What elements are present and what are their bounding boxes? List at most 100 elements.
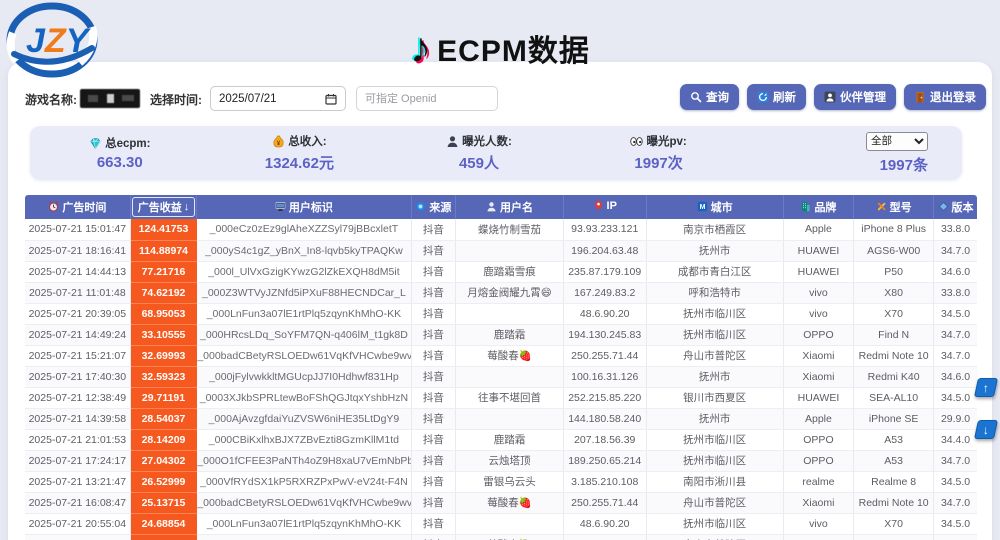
cell-version: 34.7.0 — [934, 240, 977, 261]
cell-version: 33.8.0 — [934, 219, 977, 240]
table-row: 2025-07-21 18:16:41114.88974_000yS4c1gZ_… — [25, 240, 977, 261]
stat-total-income: ¥ 总收入: 1324.62元 — [210, 126, 390, 180]
money-bag-icon: ¥ — [272, 135, 285, 148]
cell-version: 29.9.0 — [934, 408, 977, 429]
cell-ip: 250.255.71.44 — [563, 492, 646, 513]
cell-brand: Apple — [783, 219, 853, 240]
cell-brand: HUAWEI — [783, 387, 853, 408]
partner-icon — [824, 91, 836, 103]
table-row: 2025-07-21 15:21:0732.69993_000badCBetyR… — [25, 345, 977, 366]
cell-source: 抖音 — [411, 429, 456, 450]
main-card: 游戏名称: 选择时间: 2025/07/21 查询 — [8, 62, 992, 540]
cell-brand: OPPO — [783, 429, 853, 450]
cell-time: 2025-07-21 17:24:17 — [25, 450, 130, 471]
refresh-button[interactable]: 刷新 — [747, 84, 806, 110]
cell-ip: 252.215.85.220 — [563, 387, 646, 408]
cell-city: 呼和浩特市 — [646, 282, 783, 303]
cell-source: 抖音 — [411, 492, 456, 513]
col-header-ad-revenue[interactable]: 广告收益 ↓ — [130, 195, 197, 219]
monitor-icon — [275, 201, 286, 212]
col-header-city[interactable]: M 城市 — [646, 195, 783, 219]
table-row: 2025-07-21 14:44:1377.21716_000l_UlVxGzi… — [25, 261, 977, 282]
col-header-ip[interactable]: IP — [563, 195, 646, 219]
cell-city: 南京市栖霞区 — [646, 219, 783, 240]
total-ecpm-value: 663.30 — [97, 154, 143, 171]
query-button[interactable]: 查询 — [680, 84, 739, 110]
cell-version: 34.5.0 — [934, 513, 977, 534]
scroll-top-button[interactable]: ↑ — [974, 378, 998, 397]
toolbar-buttons: 查询 刷新 伙伴管理 — [680, 84, 986, 110]
data-table: 广告时间 广告收益 ↓ — [25, 195, 977, 540]
cell-model: P50 — [854, 261, 934, 282]
exposure-pv-value: 1997次 — [634, 152, 682, 173]
cell-user: 鹿踏霜雪痕 — [456, 261, 564, 282]
cell-user: 雷银乌云头 — [456, 471, 564, 492]
table-row: 2025-07-21 21:01:5328.14209_000CBiKxlhxB… — [25, 429, 977, 450]
col-header-source[interactable]: 来源 — [411, 195, 456, 219]
cell-version: 33.8.0 — [934, 282, 977, 303]
cell-time: 2025-07-21 11:01:48 — [25, 282, 130, 303]
col-header-version[interactable]: 版本 — [934, 195, 977, 219]
eyes-icon — [630, 135, 643, 148]
cell-model: Redmi Note 10 — [854, 345, 934, 366]
cell-revenue: 28.54037 — [130, 408, 197, 429]
table-header-row: 广告时间 广告收益 ↓ — [25, 195, 977, 219]
openid-input[interactable] — [356, 86, 498, 111]
cell-user: 莓酸春🍓 — [456, 492, 564, 513]
logout-button[interactable]: 退出登录 — [904, 84, 986, 110]
col-header-ad-time[interactable]: 广告时间 — [25, 195, 130, 219]
cell-revenue: 77.21716 — [130, 261, 197, 282]
cell-time: 2025-07-21 17:40:30 — [25, 366, 130, 387]
col-header-username[interactable]: 用户名 — [456, 195, 564, 219]
jzy-logo: JZY — [6, 2, 102, 78]
cell-ip: 207.18.56.39 — [563, 429, 646, 450]
cell-brand: Xiaomi — [783, 492, 853, 513]
cell-version: 34.7.0 — [934, 492, 977, 513]
time-label: 选择时间: — [150, 91, 202, 108]
cell-openid: _000eCz0zEz9glAheXZZSyl79jBBcxletT — [197, 219, 411, 240]
col-header-user-openid[interactable]: 用户标识 — [197, 195, 411, 219]
cell-revenue: 32.69993 — [130, 345, 197, 366]
cell-ip: 144.180.58.240 — [563, 408, 646, 429]
cell-revenue: 74.62192 — [130, 282, 197, 303]
table-body: 2025-07-21 15:01:47124.41753_000eCz0zEz9… — [25, 219, 977, 540]
cell-city: 舟山市普陀区 — [646, 492, 783, 513]
cell-time: 2025-07-21 18:16:41 — [25, 240, 130, 261]
stat-exposure-users: 曝光人数: 459人 — [389, 126, 569, 180]
cell-version: 34.5.0 — [934, 471, 977, 492]
partner-manage-button[interactable]: 伙伴管理 — [814, 84, 896, 110]
cell-openid: _000VfRYdSX1kP5RXRZPxPwV-eV24t-F4N — [197, 471, 411, 492]
cell-brand: OPPO — [783, 450, 853, 471]
cell-version: 34.7.0 — [934, 345, 977, 366]
cell-openid: _000AjAvzgfdaiYuZVSW6niHE35LtDgY9 — [197, 408, 411, 429]
date-input[interactable]: 2025/07/21 — [210, 86, 346, 111]
cell-time: 2025-07-21 20:55:04 — [25, 513, 130, 534]
cell-brand: Xiaomi — [783, 534, 853, 540]
city-m-badge-icon: M — [697, 201, 708, 212]
cell-user — [456, 303, 564, 324]
scroll-bottom-button[interactable]: ↓ — [974, 420, 998, 439]
table-row: 2025-07-21 17:24:1727.04302_000O1fCFEE3P… — [25, 450, 977, 471]
col-header-brand[interactable]: 品牌 — [783, 195, 853, 219]
cell-brand: Xiaomi — [783, 366, 853, 387]
game-name-label: 游戏名称: — [25, 91, 77, 108]
cell-city: 抚州市 — [646, 240, 783, 261]
cell-model: A53 — [854, 450, 934, 471]
cell-source: 抖音 — [411, 387, 456, 408]
cell-openid: _000O1fCFEE3PaNTh4oZ9H8xaU7vEmNbPb — [197, 450, 411, 471]
stats-bar: 总ecpm: 663.30 ¥ 总收入: 1324.62元 曝光人数: — [30, 126, 962, 180]
cell-time: 2025-07-21 21:01:53 — [25, 429, 130, 450]
cell-openid: _000badCBetyRSLOEDw61VqKfVHCwbe9wv — [197, 534, 411, 540]
stat-exposure-pv: 曝光pv: 1997次 — [569, 126, 749, 180]
filter-select[interactable]: 全部 — [866, 132, 928, 151]
cell-openid: _000HRcsLDq_SoYFM7QN-q406lM_t1gk8D — [197, 324, 411, 345]
cell-ip: 250.255.71.44 — [563, 534, 646, 540]
cell-source: 抖音 — [411, 345, 456, 366]
cell-time: 2025-07-21 14:39:58 — [25, 408, 130, 429]
date-value: 2025/07/21 — [219, 93, 277, 105]
revenue-sort-box: 广告收益 ↓ — [132, 197, 196, 217]
col-header-model[interactable]: 型号 — [854, 195, 934, 219]
cell-ip: 196.204.63.48 — [563, 240, 646, 261]
cell-source: 抖音 — [411, 534, 456, 540]
cell-version: 34.7.0 — [934, 450, 977, 471]
